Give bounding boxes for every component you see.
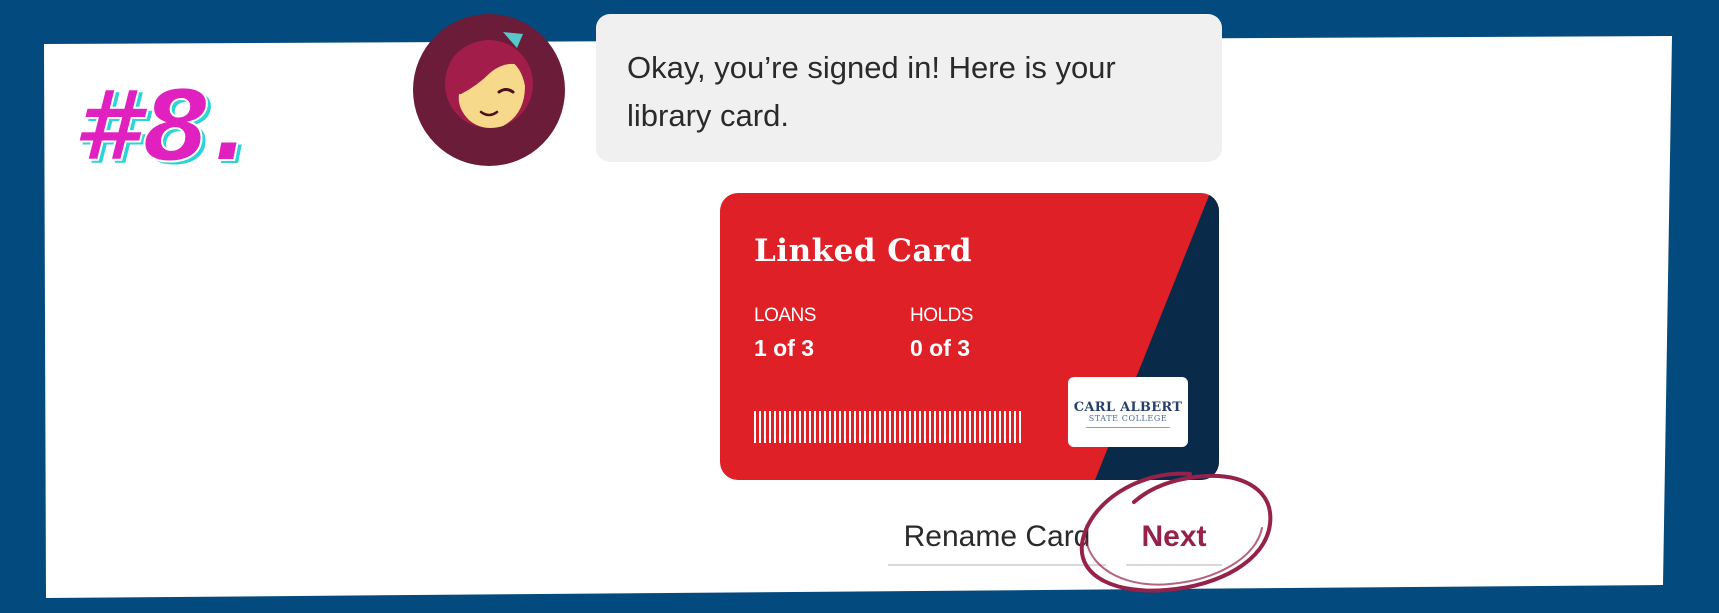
holds-value: 0 of 3: [910, 335, 971, 361]
library-logo-subtitle: STATE COLLEGE: [1088, 414, 1168, 423]
step-number-label: #8.: [71, 70, 252, 184]
card-title: Linked Card: [754, 233, 973, 269]
library-logo-name: CARL ALBERT: [1073, 400, 1183, 415]
libby-avatar-icon: [413, 14, 565, 166]
page-content: #8. Okay, you’re signed in! Here is your…: [0, 0, 1719, 613]
library-logo: CARL ALBERT STATE COLLEGE: [1068, 377, 1188, 447]
holds-label: HOLDS: [910, 305, 973, 326]
chat-message: Okay, you’re signed in! Here is your lib…: [627, 50, 1116, 133]
logo-divider: [1086, 427, 1170, 428]
chat-bubble: Okay, you’re signed in! Here is your lib…: [596, 14, 1222, 162]
loans-label: LOANS: [754, 305, 816, 326]
barcode-icon: [754, 411, 1022, 443]
loans-value: 1 of 3: [754, 335, 815, 361]
circle-highlight-icon: [1079, 471, 1273, 593]
library-card[interactable]: Linked Card LOANS 1 of 3 HOLDS 0 of 3 CA…: [720, 193, 1219, 480]
